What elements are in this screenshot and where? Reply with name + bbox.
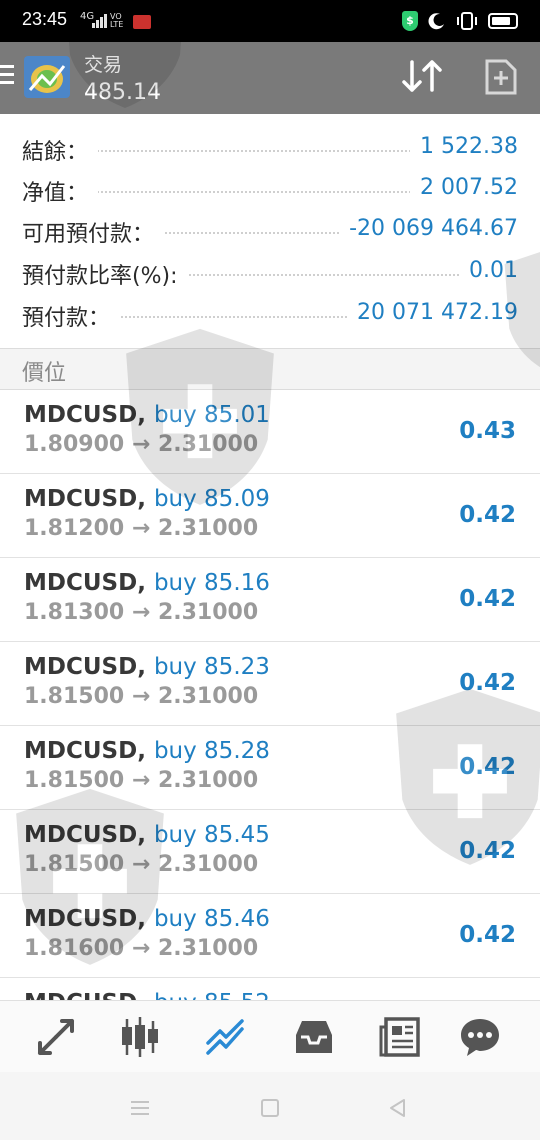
- battery-icon: [488, 13, 518, 29]
- trade-icon[interactable]: [204, 1015, 248, 1059]
- moon-icon: [428, 13, 444, 30]
- vibrate-icon: [457, 12, 477, 30]
- position-row[interactable]: MDCUSD, buy 85.09 1.81200 → 2.31000 0.42: [0, 474, 540, 558]
- position-side: buy 85.01: [153, 402, 270, 428]
- candlestick-chart-icon[interactable]: [118, 1015, 162, 1059]
- summary-row-balance: 結餘： 1 522.38: [22, 128, 518, 168]
- position-row[interactable]: MDCUSD, buy 85.28 1.81500 → 2.31000 0.42: [0, 726, 540, 810]
- app-bar: 交易 485.14: [0, 42, 540, 114]
- position-side: buy 85.45: [153, 822, 270, 848]
- recents-menu-icon[interactable]: [128, 1096, 152, 1120]
- position-row[interactable]: MDCUSD, buy 85.46 1.81600 → 2.31000 0.42: [0, 894, 540, 978]
- position-symbol-line: MDCUSD, buy 85.09: [24, 486, 270, 512]
- security-shield-icon: $: [402, 11, 418, 31]
- position-side: buy 85.23: [153, 654, 270, 680]
- summary-label: 預付款比率(%):: [22, 258, 188, 290]
- bottom-navigation: [0, 1000, 540, 1072]
- summary-label: 净值：: [22, 175, 99, 207]
- position-profit: 0.42: [459, 586, 516, 612]
- youtube-notification-icon: [133, 15, 151, 29]
- position-symbol-line: MDCUSD, buy 85.01: [24, 402, 270, 428]
- status-bar: 23:45 4G VO LTE $: [0, 0, 540, 42]
- summary-value: 2 007.52: [410, 175, 518, 200]
- history-inbox-icon[interactable]: [292, 1015, 336, 1059]
- home-square-icon[interactable]: [258, 1096, 282, 1120]
- position-symbol: MDCUSD,: [24, 486, 146, 512]
- position-symbol: MDCUSD,: [24, 402, 146, 428]
- summary-value: 20 071 472.19: [347, 300, 518, 325]
- position-row[interactable]: MDCUSD, buy 85.45 1.81500 → 2.31000 0.42: [0, 810, 540, 894]
- summary-value: 1 522.38: [410, 134, 518, 159]
- position-profit: 0.42: [459, 670, 516, 696]
- summary-row-free-margin: 可用預付款： -20 069 464.67: [22, 210, 518, 250]
- position-prices: 1.80900 → 2.31000: [24, 432, 259, 457]
- position-symbol-line: MDCUSD, buy 85.52: [24, 990, 270, 1000]
- position-symbol: MDCUSD,: [24, 570, 146, 596]
- quotes-arrows-icon[interactable]: [34, 1015, 78, 1059]
- position-side: buy 85.16: [153, 570, 270, 596]
- volte-bottom: LTE: [110, 20, 124, 29]
- section-title: 價位: [22, 361, 67, 386]
- signal-icon: [92, 14, 107, 28]
- page-title: 交易: [84, 54, 123, 76]
- status-time: 23:45: [22, 9, 68, 29]
- position-side: buy 85.09: [153, 486, 270, 512]
- status-right-icons: $: [402, 11, 518, 31]
- position-prices: 1.81600 → 2.31000: [24, 936, 259, 961]
- position-prices: 1.81500 → 2.31000: [24, 768, 259, 793]
- positions-section-header: 價位: [0, 348, 540, 390]
- account-summary: 結餘： 1 522.38 净值： 2 007.52 可用預付款： -20 069…: [0, 114, 540, 348]
- position-prices: 1.81500 → 2.31000: [24, 852, 259, 877]
- sort-arrows-icon[interactable]: [400, 56, 444, 96]
- position-side: buy 85.46: [153, 906, 270, 932]
- position-symbol-line: MDCUSD, buy 85.23: [24, 654, 270, 680]
- metatrader-logo-icon: [24, 56, 70, 98]
- position-prices: 1.81200 → 2.31000: [24, 516, 259, 541]
- position-prices: 1.81500 → 2.31000: [24, 684, 259, 709]
- position-profit: 0.42: [459, 754, 516, 780]
- position-profit: 0.42: [459, 838, 516, 864]
- chat-icon[interactable]: [458, 1015, 502, 1059]
- position-symbol: MDCUSD,: [24, 654, 146, 680]
- positions-list[interactable]: MDCUSD, buy 85.01 1.80900 → 2.31000 0.43…: [0, 390, 540, 1000]
- summary-label: 結餘：: [22, 134, 99, 166]
- summary-row-margin-level: 預付款比率(%): 0.01: [22, 252, 518, 292]
- new-order-icon[interactable]: [484, 58, 518, 96]
- position-profit: 0.42: [459, 922, 516, 948]
- position-symbol-line: MDCUSD, buy 85.16: [24, 570, 270, 596]
- news-icon[interactable]: [378, 1015, 422, 1059]
- position-profit: 0.42: [459, 502, 516, 528]
- position-row[interactable]: MDCUSD, buy 85.16 1.81300 → 2.31000 0.42: [0, 558, 540, 642]
- position-profit: 0.43: [459, 418, 516, 444]
- summary-value: 0.01: [459, 258, 518, 283]
- system-navigation-bar: [0, 1072, 540, 1140]
- position-symbol: MDCUSD,: [24, 906, 146, 932]
- menu-icon[interactable]: [0, 65, 14, 89]
- summary-label: 可用預付款：: [22, 216, 165, 248]
- position-symbol-line: MDCUSD, buy 85.46: [24, 906, 270, 932]
- back-triangle-icon[interactable]: [386, 1096, 410, 1120]
- summary-value: -20 069 464.67: [339, 216, 518, 241]
- summary-row-equity: 净值： 2 007.52: [22, 169, 518, 209]
- header-profit: 485.14: [84, 80, 161, 105]
- volte-indicator: VO LTE: [110, 13, 123, 29]
- summary-row-margin: 預付款： 20 071 472.19: [22, 294, 518, 334]
- position-side: buy 85.28: [153, 738, 270, 764]
- position-row[interactable]: MDCUSD, buy 85.23 1.81500 → 2.31000 0.42: [0, 642, 540, 726]
- position-row[interactable]: MDCUSD, buy 85.01 1.80900 → 2.31000 0.43: [0, 390, 540, 474]
- position-symbol: MDCUSD,: [24, 822, 146, 848]
- position-symbol-line: MDCUSD, buy 85.28: [24, 738, 270, 764]
- summary-label: 預付款：: [22, 300, 121, 332]
- position-symbol: MDCUSD,: [24, 738, 146, 764]
- position-row[interactable]: MDCUSD, buy 85.52: [0, 978, 540, 1000]
- position-symbol: MDCUSD,: [24, 990, 146, 1000]
- position-symbol-line: MDCUSD, buy 85.45: [24, 822, 270, 848]
- position-prices: 1.81300 → 2.31000: [24, 600, 259, 625]
- position-side: buy 85.52: [154, 990, 270, 1000]
